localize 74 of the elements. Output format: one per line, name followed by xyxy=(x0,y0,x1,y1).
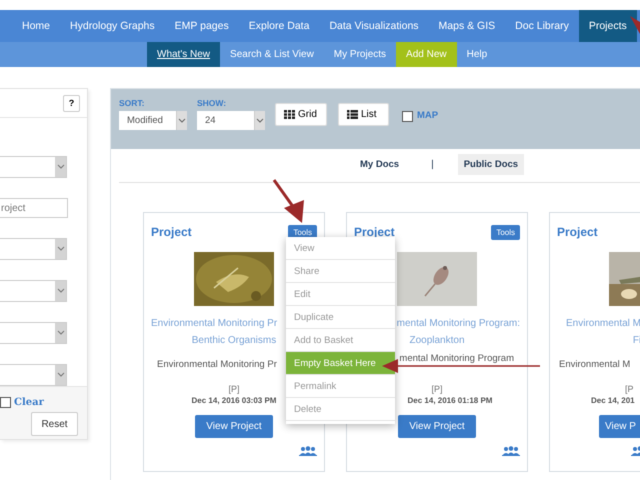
chevron-icon xyxy=(55,323,66,343)
sort-label: SORT: xyxy=(119,98,146,108)
list-icon xyxy=(347,110,358,119)
view-project-button[interactable]: View P xyxy=(599,415,640,438)
view-project-button[interactable]: View Project xyxy=(195,415,273,438)
nav-tab[interactable]: Hydrology Graphs xyxy=(60,10,165,42)
tab-separator: | xyxy=(431,158,434,170)
nav-tab[interactable]: Data Visualizations xyxy=(319,10,429,42)
menu-item[interactable]: Empty Basket Here xyxy=(286,352,395,375)
card-heading: Project xyxy=(557,225,598,239)
chevron-icon xyxy=(254,111,265,130)
subnav-tab[interactable]: What's New xyxy=(147,42,220,67)
menu-item[interactable]: Delete xyxy=(286,398,395,421)
map-label: MAP xyxy=(417,110,438,121)
modified-date: Dec 14, 201 xyxy=(591,396,635,405)
dropdown-field[interactable] xyxy=(0,322,67,344)
menu-item[interactable]: Duplicate xyxy=(286,306,395,329)
visibility-tag: [P] xyxy=(228,384,240,394)
grid-icon xyxy=(284,110,295,119)
project-title-link[interactable]: mental Monitoring Program: xyxy=(396,315,520,332)
nav-tab[interactable]: Home xyxy=(12,10,60,42)
menu-item[interactable]: Permalink xyxy=(286,375,395,398)
clear-link[interactable]: Clear xyxy=(14,397,44,408)
tools-button[interactable]: Tools xyxy=(491,224,520,240)
nav-tab[interactable]: Doc Library xyxy=(505,10,579,42)
chevron-icon xyxy=(176,111,187,130)
project-title-link[interactable]: Zooplankton xyxy=(409,332,465,349)
menu-item[interactable]: View xyxy=(286,237,395,260)
dropdown-field[interactable] xyxy=(0,156,67,178)
project-title-link[interactable]: Environmental Monitoring Pr xyxy=(151,315,278,332)
nav-tab[interactable]: Maps & GIS xyxy=(428,10,506,42)
program-name: Environmental Monitoring Pr xyxy=(157,359,277,370)
group-icon xyxy=(502,446,520,456)
docs-tab[interactable]: Public Docs xyxy=(458,154,524,174)
checkbox[interactable] xyxy=(0,397,11,408)
group-icon xyxy=(299,446,317,456)
visibility-tag: [P] xyxy=(431,384,442,394)
subnav-tab[interactable]: Search & List View xyxy=(220,42,324,67)
show-dropdown[interactable]: 24 xyxy=(197,111,265,130)
nav-tab[interactable]: Explore Data xyxy=(238,10,320,42)
chevron-icon xyxy=(55,281,66,301)
subnav-tab[interactable]: Help xyxy=(456,42,498,67)
view-project-button[interactable]: View Project xyxy=(398,415,476,438)
menu-item[interactable]: Share xyxy=(286,260,395,283)
modified-date: Dec 14, 2016 01:18 PM xyxy=(408,396,492,405)
project-title-link[interactable]: Environmental M xyxy=(566,315,640,332)
help-button[interactable]: ? xyxy=(63,94,80,112)
chevron-icon xyxy=(55,365,66,385)
modified-date: Dec 14, 2016 03:03 PM xyxy=(192,396,276,405)
chevron-icon xyxy=(55,239,66,259)
program-name: Environmental M xyxy=(559,359,630,370)
card-heading: Project xyxy=(354,225,395,239)
program-name: mental Monitoring Program xyxy=(399,353,514,364)
chevron-icon xyxy=(55,157,66,177)
menu-item[interactable]: Edit xyxy=(286,283,395,306)
checkbox[interactable] xyxy=(402,111,413,122)
grid-button[interactable]: Grid xyxy=(275,103,327,126)
input-field[interactable]: roject xyxy=(0,198,68,218)
visibility-tag: [P xyxy=(625,384,634,394)
dropdown-field[interactable] xyxy=(0,280,67,302)
card-heading: Project xyxy=(151,225,192,239)
reset-button[interactable]: Reset xyxy=(31,412,78,436)
docs-tab[interactable]: My Docs xyxy=(354,154,406,174)
subnav-tab[interactable]: My Projects xyxy=(324,42,396,67)
dropdown-field[interactable] xyxy=(0,238,67,260)
nav-tab[interactable]: EMP pages xyxy=(164,10,239,42)
add-new-button[interactable]: Add New xyxy=(396,42,457,67)
list-button[interactable]: List xyxy=(338,103,389,126)
sort-dropdown[interactable]: Modified xyxy=(119,111,187,130)
arrow-drawing xyxy=(630,16,640,34)
project-title-link[interactable]: Benthic Organisms xyxy=(192,332,276,349)
show-label: SHOW: xyxy=(197,98,228,108)
dropdown-field[interactable] xyxy=(0,364,67,386)
nav-tab[interactable]: Projects xyxy=(578,10,637,42)
